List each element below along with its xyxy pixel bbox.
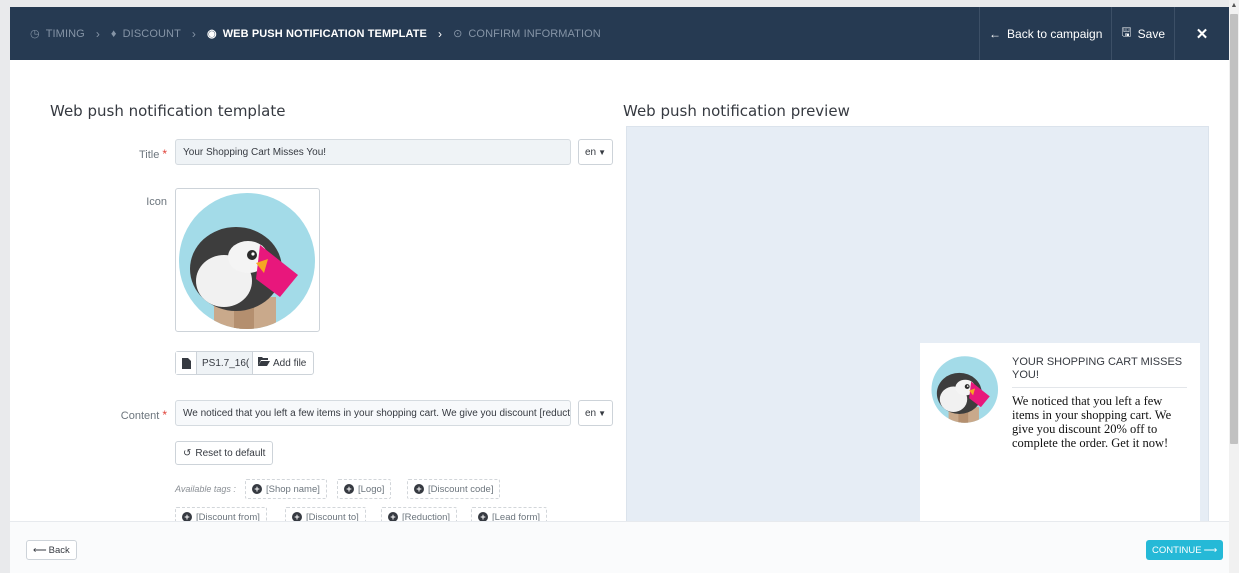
icon-file-picker[interactable]: PS1.7_16( Add file [175, 351, 315, 375]
step-web-push-template[interactable]: ◉ WEB PUSH NOTIFICATION TEMPLATE [207, 27, 427, 41]
back-to-campaign-button[interactable]: ← Back to campaign [979, 7, 1111, 60]
scroll-up-icon[interactable]: ▲ [1230, 1, 1238, 11]
scrollbar-thumb[interactable] [1230, 14, 1238, 444]
back-to-campaign-label: Back to campaign [1007, 26, 1103, 41]
arrow-left-icon: ⟵ [33, 544, 47, 556]
tag-discount-code[interactable]: + [Discount code] [407, 479, 501, 499]
plus-circle-icon: + [344, 484, 354, 494]
close-button[interactable]: ✕ [1174, 7, 1229, 60]
chevron-right-icon: › [437, 26, 443, 41]
language-value: en [584, 407, 597, 419]
file-icon [176, 352, 197, 374]
title-label-text: Title [138, 149, 160, 161]
plus-circle-icon: + [252, 484, 262, 494]
notification-preview-card: YOUR SHOPPING CART MISSES YOU! We notice… [920, 343, 1200, 527]
chevron-right-icon: › [191, 26, 196, 41]
icon-label: Icon [146, 196, 167, 208]
language-value: en [584, 146, 597, 158]
back-label: Back [48, 544, 70, 556]
title-label: Title * [90, 147, 167, 161]
icon-image-preview [175, 188, 320, 332]
arrow-right-icon: ⟶ [1203, 544, 1218, 556]
puffin-logo-icon [931, 356, 999, 423]
step-confirm-information[interactable]: ⊙ CONFIRM INFORMATION [453, 27, 601, 41]
add-file-button[interactable]: Add file [253, 352, 313, 374]
continue-button[interactable]: CONTINUE ⟶ [1146, 540, 1224, 560]
form-heading: Web push notification template [50, 102, 286, 120]
file-name-field: PS1.7_16( [197, 352, 253, 374]
back-button[interactable]: ⟵ Back [26, 540, 77, 560]
add-file-label: Add file [273, 357, 307, 369]
wizard-steps: ◷ TIMING › ♦ DISCOUNT › ◉ WEB PUSH NOTIF… [30, 7, 601, 60]
caret-down-icon: ▼ [598, 147, 607, 157]
floppy-icon: 🖫 [1121, 25, 1132, 39]
preview-heading: Web push notification preview [623, 102, 850, 120]
chevron-right-icon: › [95, 26, 100, 41]
save-button[interactable]: 🖫 Save [1111, 7, 1174, 60]
puffin-logo-icon [179, 193, 315, 329]
title-input[interactable]: Your Shopping Cart Misses You! [175, 139, 571, 165]
undo-icon: ↺ [183, 447, 192, 459]
wizard-footer: ⟵ Back CONTINUE ⟶ [10, 521, 1229, 573]
step-label: CONFIRM INFORMATION [468, 27, 601, 40]
step-label: DISCOUNT [122, 27, 181, 40]
close-icon: ✕ [1195, 25, 1209, 43]
eye-icon: ◉ [207, 28, 217, 40]
reset-label: Reset to default [195, 447, 266, 459]
tag-logo[interactable]: + [Logo] [337, 479, 392, 499]
reset-to-default-button[interactable]: ↺ Reset to default [175, 441, 274, 465]
top-actions: ← Back to campaign 🖫 Save ✕ [979, 7, 1229, 60]
save-label: Save [1137, 26, 1165, 41]
continue-label: CONTINUE [1152, 544, 1202, 556]
folder-open-icon [258, 357, 270, 369]
tag-icon: ♦ [110, 27, 117, 40]
title-language-select[interactable]: en ▼ [578, 139, 613, 165]
notification-title: YOUR SHOPPING CART MISSES YOU! [1012, 356, 1187, 388]
step-timing[interactable]: ◷ TIMING [30, 27, 85, 41]
wizard-topbar: ◷ TIMING › ♦ DISCOUNT › ◉ WEB PUSH NOTIF… [10, 7, 1229, 60]
tag-label: [Logo] [358, 483, 385, 495]
content-label: Content * [90, 408, 167, 422]
check-circle-icon: ⊙ [453, 28, 463, 40]
required-marker: * [162, 408, 167, 422]
available-tags-label: Available tags : [175, 484, 236, 494]
tag-label: [Discount code] [428, 483, 494, 495]
content-language-select[interactable]: en ▼ [578, 400, 613, 426]
clock-icon: ◷ [30, 28, 40, 40]
plus-circle-icon: + [414, 484, 424, 494]
content-input[interactable]: We noticed that you left a few items in … [175, 400, 571, 426]
tag-shop-name[interactable]: + [Shop name] [245, 479, 327, 499]
page-scrollbar[interactable]: ▲ [1229, 0, 1239, 573]
step-discount[interactable]: ♦ DISCOUNT [111, 28, 181, 40]
required-marker: * [162, 147, 167, 161]
tag-label: [Shop name] [266, 483, 320, 495]
caret-down-icon: ▼ [598, 408, 607, 418]
notification-body: We noticed that you left a few items in … [1012, 394, 1172, 450]
app-frame: ◷ TIMING › ♦ DISCOUNT › ◉ WEB PUSH NOTIF… [10, 7, 1229, 573]
arrow-left-icon: ← [989, 26, 1002, 41]
content-label-text: Content [120, 410, 160, 422]
step-label: TIMING [45, 27, 85, 40]
step-label: WEB PUSH NOTIFICATION TEMPLATE [222, 27, 427, 40]
